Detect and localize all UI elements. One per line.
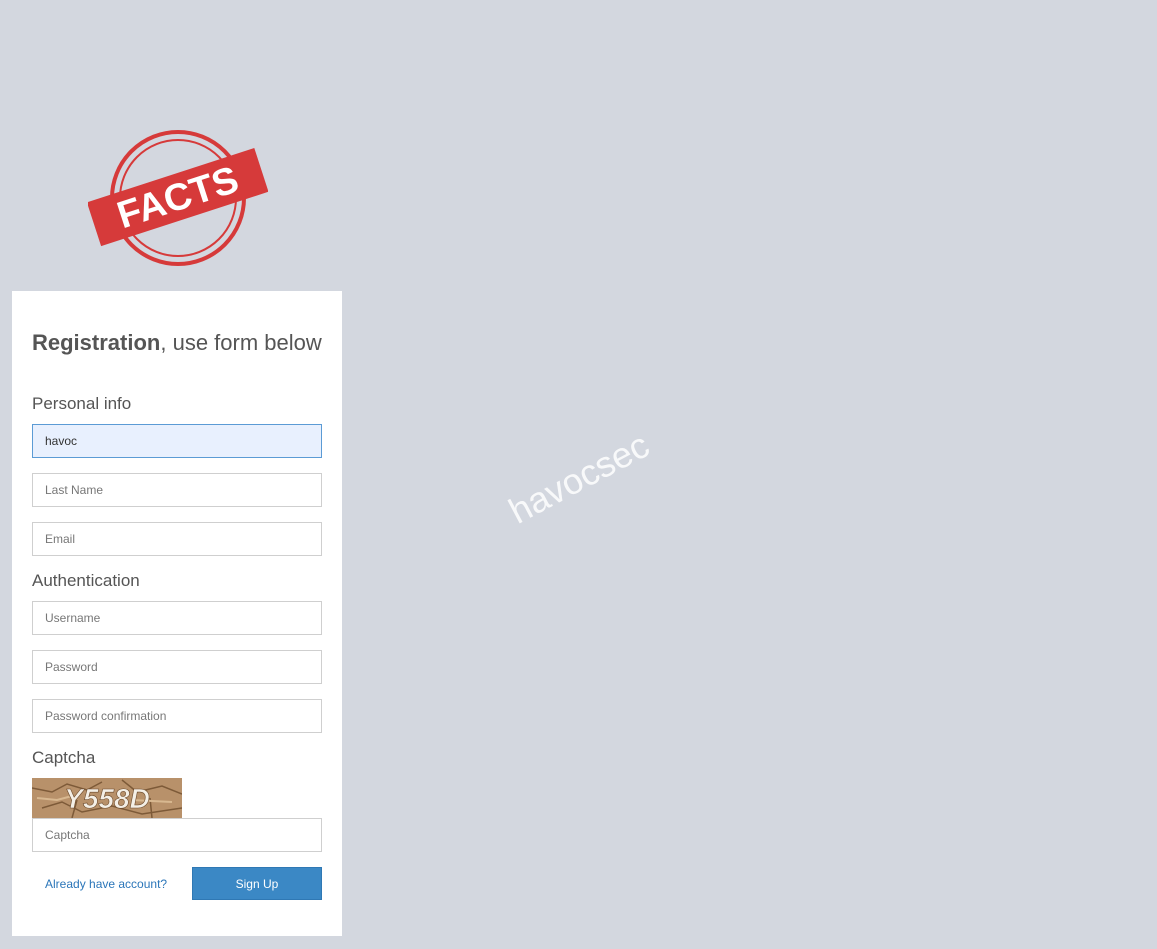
registration-panel: Registration, use form below Personal in… [12, 291, 342, 936]
email-input[interactable] [32, 522, 322, 556]
password-confirmation-input[interactable] [32, 699, 322, 733]
svg-text:FACTS: FACTS [112, 159, 243, 237]
already-have-account-link[interactable]: Already have account? [45, 877, 167, 891]
captcha-image: Y558D [32, 778, 182, 818]
title-bold: Registration [32, 330, 161, 355]
captcha-input[interactable] [32, 818, 322, 852]
password-input[interactable] [32, 650, 322, 684]
title-rest: , use form below [160, 330, 322, 355]
last-name-input[interactable] [32, 473, 322, 507]
section-authentication: Authentication [32, 571, 140, 590]
page-title: Registration, use form below [32, 329, 322, 356]
section-captcha: Captcha [32, 748, 96, 767]
sign-up-button[interactable]: Sign Up [192, 867, 322, 900]
first-name-input[interactable] [32, 424, 322, 458]
section-personal-info: Personal info [32, 394, 132, 413]
svg-text:Y558D: Y558D [64, 783, 150, 814]
facts-stamp-logo: FACTS [88, 130, 268, 266]
svg-text:havocsec: havocsec [502, 424, 656, 530]
username-input[interactable] [32, 601, 322, 635]
havocsec-watermark: havocsec [502, 424, 656, 530]
